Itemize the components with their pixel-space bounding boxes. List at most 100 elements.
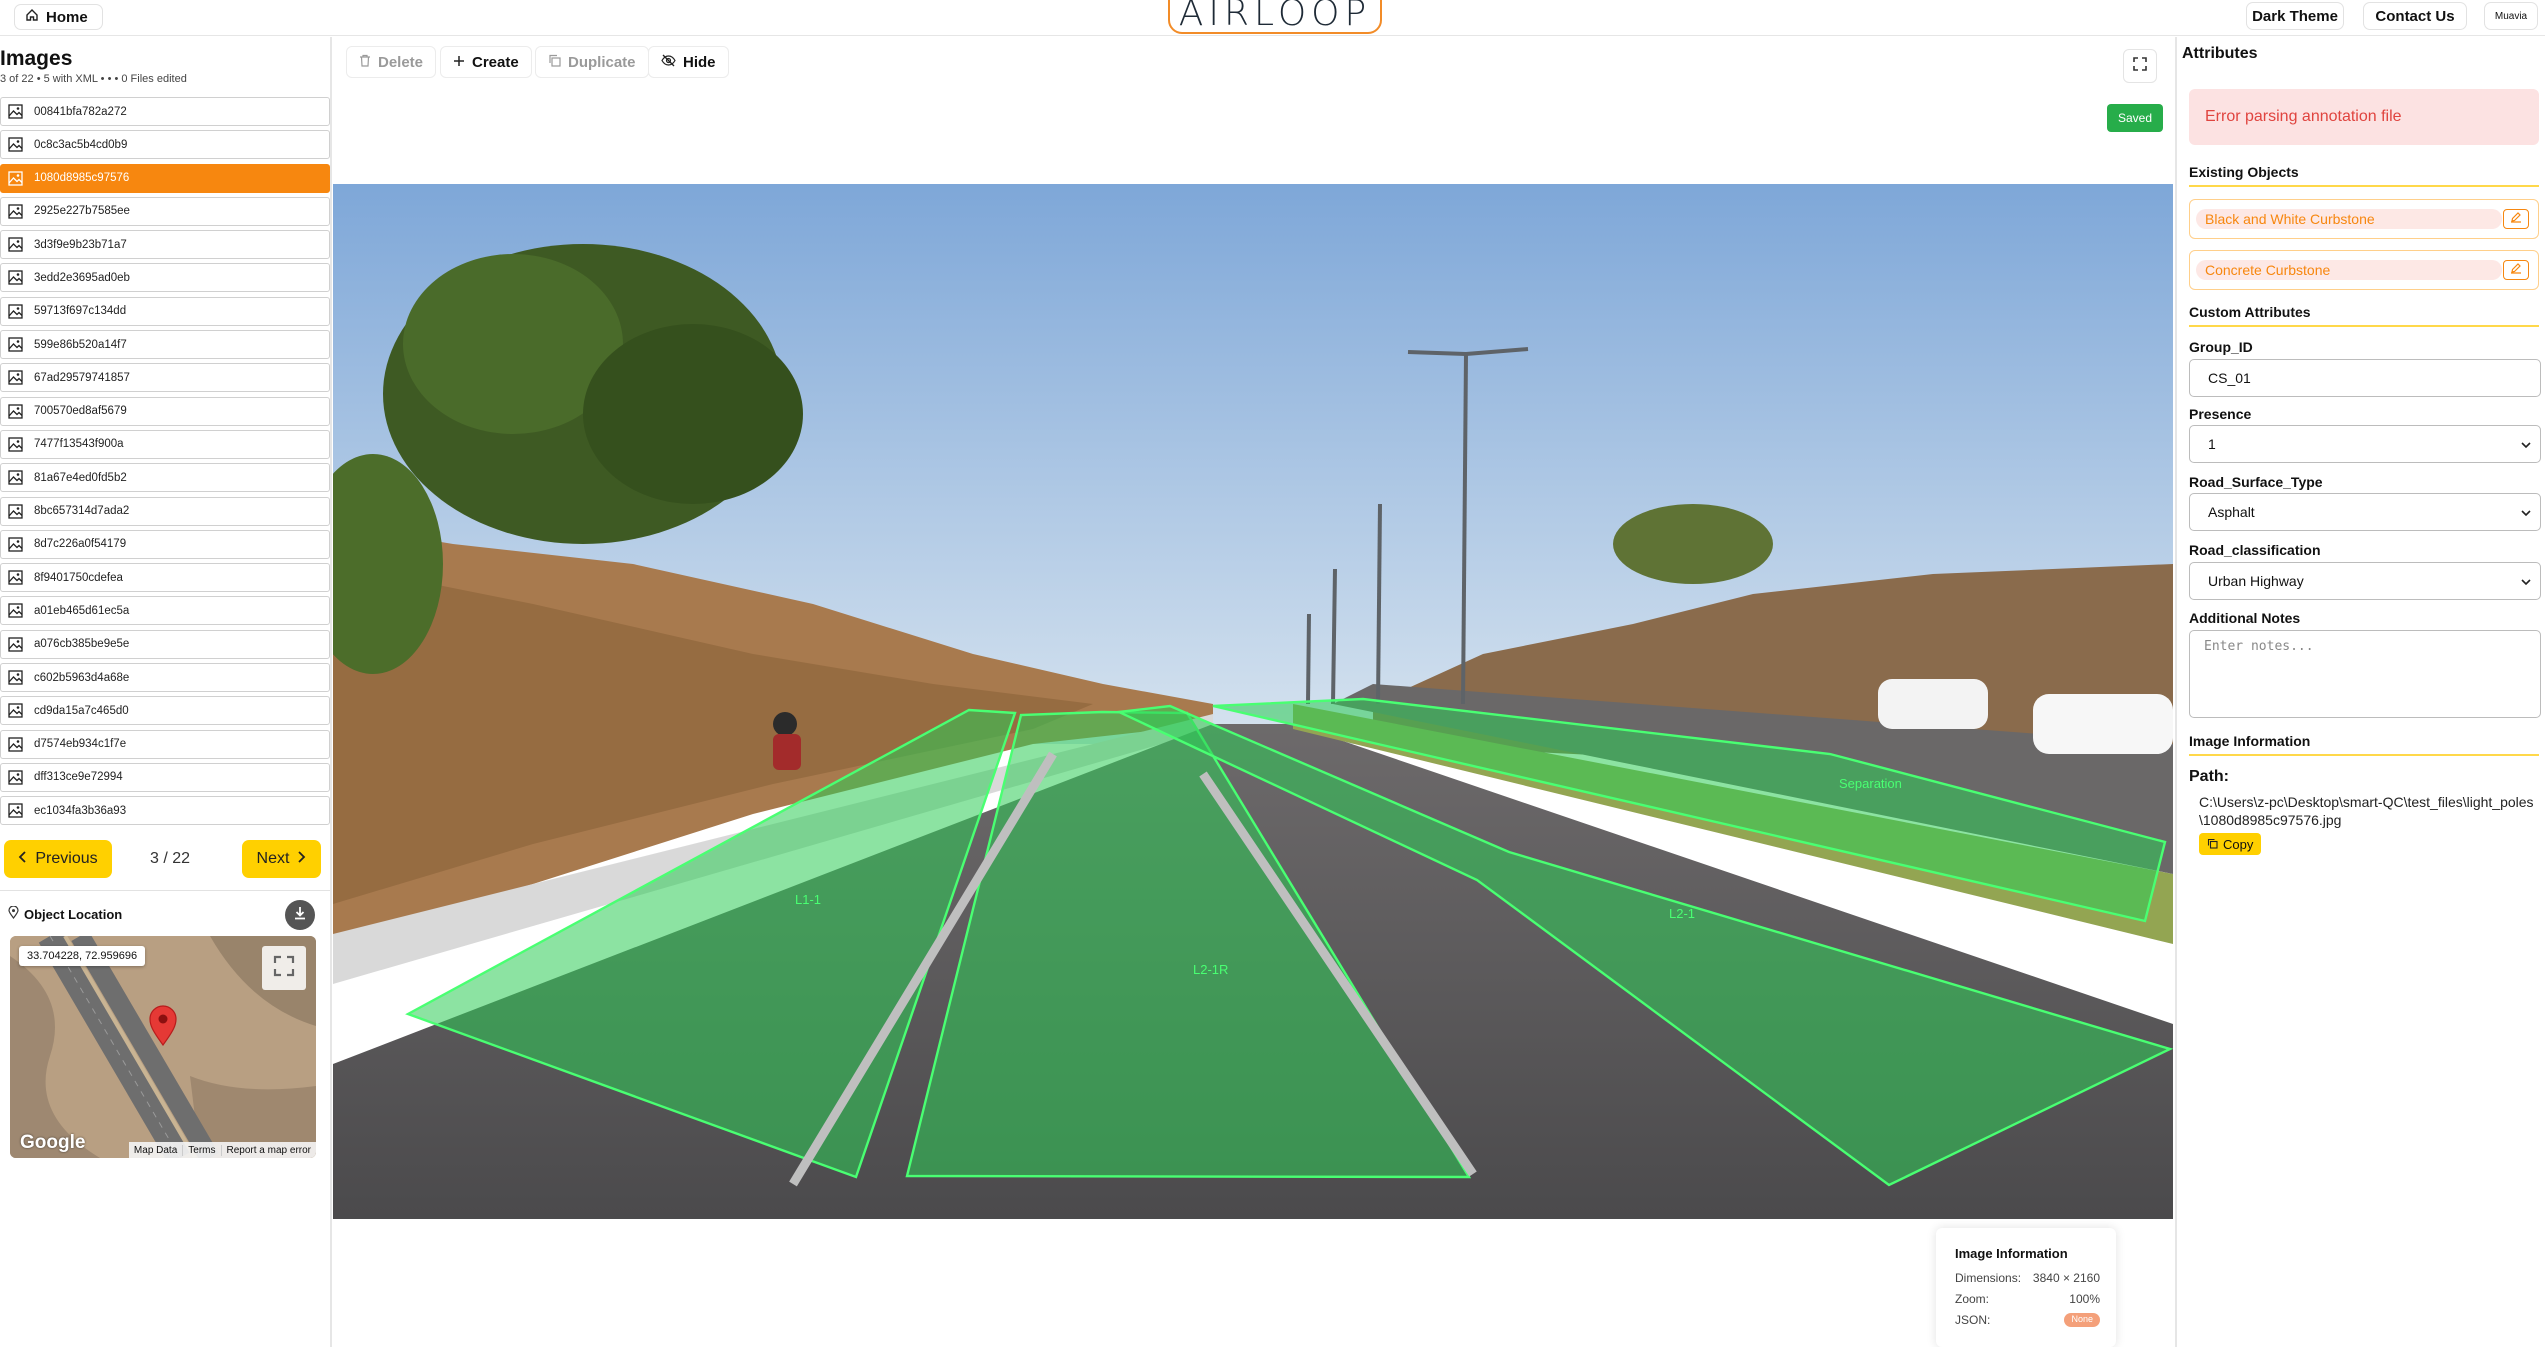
file-list-item[interactable]: 700570ed8af5679 [0, 396, 330, 426]
file-list-item[interactable]: a076cb385be9e5e [0, 629, 330, 659]
delete-label: Delete [378, 53, 424, 71]
dimensions-row: Dimensions: 3840 × 2160 [1955, 1271, 2100, 1285]
user-label: Muavia [2494, 10, 2528, 22]
create-button[interactable]: Create [440, 46, 532, 78]
next-label: Next [256, 850, 290, 867]
road-classification-select[interactable]: Urban Highway [2189, 562, 2541, 600]
file-name: 3edd2e3695ad0eb [34, 271, 130, 284]
edit-object-button[interactable] [2503, 209, 2529, 229]
file-list-item[interactable]: 1080d8985c97576 [0, 163, 330, 193]
file-list-item[interactable]: d7574eb934c1f7e [0, 729, 330, 759]
file-list-item[interactable]: a01eb465d61ec5a [0, 596, 330, 626]
object-label: Concrete Curbstone [2196, 260, 2502, 280]
home-label: Home [46, 8, 88, 26]
file-name: ec1034fa3b36a93 [34, 804, 127, 817]
file-list-item[interactable]: cd9da15a7c465d0 [0, 696, 330, 726]
file-list-item[interactable]: 3d3f9e9b23b71a7 [0, 230, 330, 260]
duplicate-button[interactable]: Duplicate [535, 46, 649, 78]
file-list-item[interactable]: 59713f697c134dd [0, 296, 330, 326]
logo-text: AIRLOOP [1178, 0, 1372, 34]
zoom-row: Zoom: 100% [1955, 1292, 2100, 1306]
edit-object-button[interactable] [2503, 260, 2529, 280]
annotation-label: L2-1 [1669, 906, 1695, 921]
map-footer: Map Data Terms Report a map error [128, 1142, 316, 1158]
group-id-input[interactable]: CS_01 [2189, 359, 2541, 397]
file-name: dff313ce9e72994 [34, 771, 123, 784]
presence-select[interactable]: 1 [2189, 425, 2541, 463]
copy-path-button[interactable]: Copy [2199, 833, 2262, 855]
previous-label: Previous [35, 850, 98, 867]
hide-button[interactable]: Hide [648, 46, 729, 78]
file-name: c602b5963d4a68e [34, 671, 130, 684]
image-file-icon [1, 803, 29, 818]
object-item[interactable]: Concrete Curbstone [2189, 250, 2539, 290]
page-indicator: 3 / 22 [150, 850, 191, 867]
map-report-link[interactable]: Report a map error [220, 1144, 316, 1156]
file-name: 67ad29579741857 [34, 371, 130, 384]
file-list-item[interactable]: dff313ce9e72994 [0, 762, 330, 792]
file-list-item[interactable]: 8d7c226a0f54179 [0, 529, 330, 559]
object-item[interactable]: Black and White Curbstone [2189, 199, 2539, 239]
file-list-item[interactable]: 7477f13543f900a [0, 429, 330, 459]
file-name: 81a67e4ed0fd5b2 [34, 471, 127, 484]
duplicate-label: Duplicate [568, 53, 636, 71]
chevron-right-icon [297, 850, 306, 868]
plus-icon [453, 54, 465, 71]
chevron-down-icon [2520, 575, 2532, 591]
file-list-item[interactable]: 81a67e4ed0fd5b2 [0, 463, 330, 493]
file-list-item[interactable]: c602b5963d4a68e [0, 663, 330, 693]
attributes-title: Attributes [2182, 45, 2258, 62]
file-name: a01eb465d61ec5a [34, 604, 130, 617]
file-list-item[interactable]: 0c8c3ac5b4cd0b9 [0, 130, 330, 160]
road-surface-select[interactable]: Asphalt [2189, 493, 2541, 531]
file-name: 00841bfa782a272 [34, 105, 127, 118]
file-name: 8f9401750cdefea [34, 571, 123, 584]
notes-textarea[interactable]: Enter notes... [2189, 630, 2541, 718]
next-button[interactable]: Next [242, 840, 321, 878]
airloop-logo: AIRLOOP [1168, 0, 1382, 34]
image-information-header: Image Information [2189, 733, 2539, 756]
file-list: 00841bfa782a272 0c8c3ac5b4cd0b9 1080d8985c… [0, 97, 330, 830]
download-location-button[interactable] [285, 900, 315, 930]
image-file-icon [1, 337, 29, 352]
contact-us-button[interactable]: Contact Us [2363, 2, 2467, 30]
file-name: 3d3f9e9b23b71a7 [34, 238, 127, 251]
file-list-item[interactable]: 00841bfa782a272 [0, 97, 330, 126]
map-marker-icon[interactable] [148, 1004, 178, 1051]
user-button[interactable]: Muavia [2484, 2, 2538, 30]
copy-icon [548, 54, 561, 71]
chevron-down-icon [2520, 438, 2532, 454]
image-file-icon [1, 237, 29, 252]
file-list-item[interactable]: 3edd2e3695ad0eb [0, 263, 330, 293]
eye-off-icon [661, 54, 676, 71]
location-map[interactable]: 33.704228, 72.959696 Google Map Data Ter… [10, 936, 316, 1158]
file-list-item[interactable]: 2925e227b7585ee [0, 196, 330, 226]
object-location-header: Object Location [8, 905, 122, 922]
road-surface-label: Road_Surface_Type [2189, 474, 2323, 490]
file-list-item[interactable]: 67ad29579741857 [0, 363, 330, 393]
trash-icon [359, 54, 371, 71]
canvas-fullscreen-button[interactable] [2123, 49, 2157, 83]
road-image: L1-1 L2-1R L2-1 Separation [333, 184, 2173, 1219]
image-file-icon [1, 404, 29, 419]
file-name: 59713f697c134dd [34, 305, 127, 318]
map-fullscreen-button[interactable] [262, 946, 306, 990]
file-list-item[interactable]: 8bc657314d7ada2 [0, 496, 330, 526]
dark-theme-button[interactable]: Dark Theme [2246, 2, 2344, 30]
json-label: JSON: [1955, 1313, 1991, 1327]
previous-button[interactable]: Previous [4, 840, 112, 878]
file-name: 599e86b520a14f7 [34, 338, 127, 351]
road-surface-value: Asphalt [2208, 504, 2255, 520]
file-list-item[interactable]: ec1034fa3b36a93 [0, 796, 330, 826]
file-list-item[interactable]: 8f9401750cdefea [0, 563, 330, 593]
map-terms-link[interactable]: Terms [182, 1144, 220, 1156]
file-name: d7574eb934c1f7e [34, 738, 127, 751]
map-data-link[interactable]: Map Data [129, 1145, 182, 1156]
annotation-canvas[interactable]: L1-1 L2-1R L2-1 Separation [333, 184, 2173, 1219]
file-list-item[interactable]: 599e86b520a14f7 [0, 330, 330, 360]
additional-notes-label: Additional Notes [2189, 610, 2301, 626]
home-icon [25, 8, 39, 26]
delete-button[interactable]: Delete [346, 46, 437, 78]
home-button[interactable]: Home [14, 4, 103, 30]
zoom-value: 100% [2069, 1292, 2100, 1306]
